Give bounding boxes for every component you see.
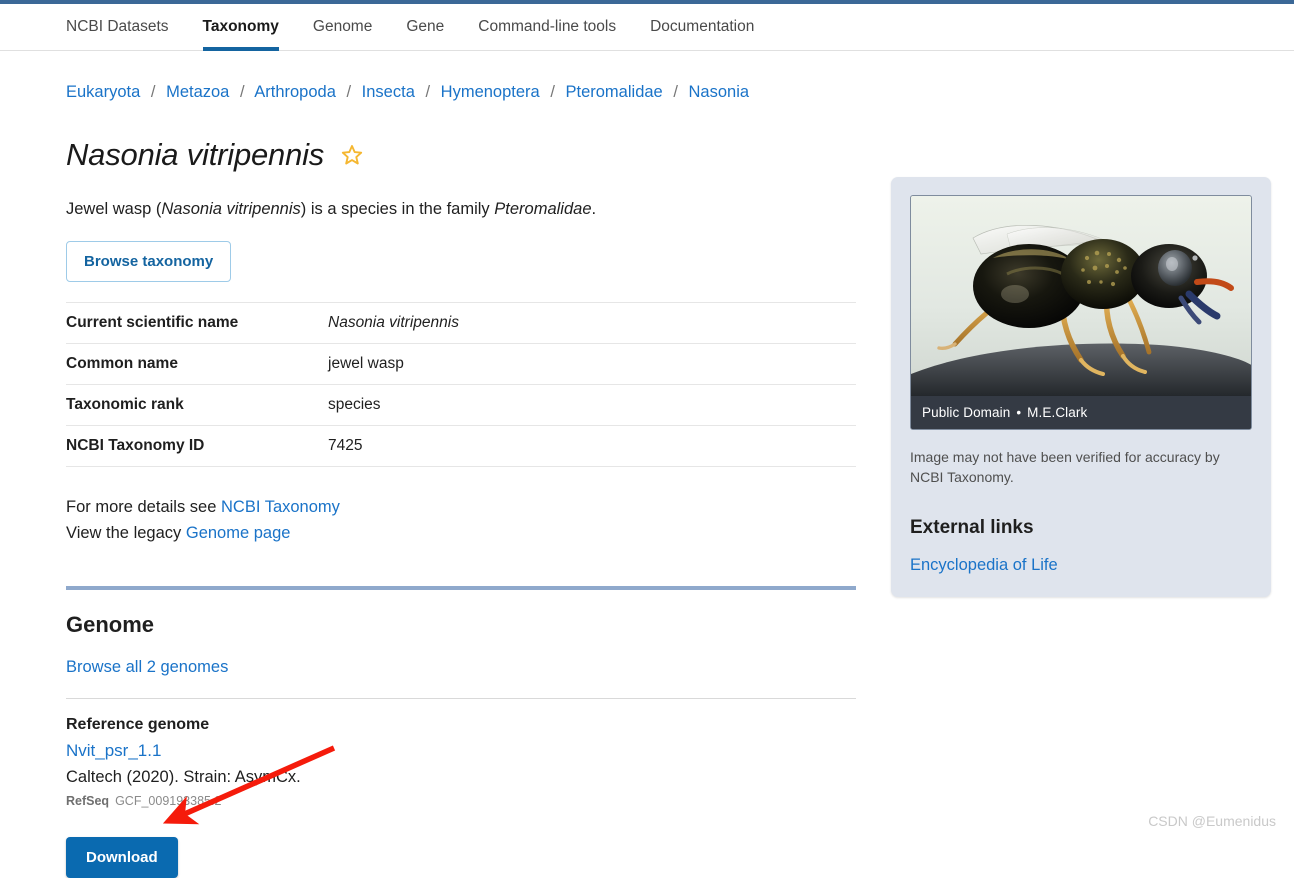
legacy-genome-line: View the legacy Genome page xyxy=(66,520,861,546)
species-photo xyxy=(911,196,1251,396)
breadcrumb-item-metazoa[interactable]: Metazoa xyxy=(166,83,229,101)
refseq-label: RefSeq xyxy=(66,793,110,808)
nav-item-gene[interactable]: Gene xyxy=(406,4,444,50)
breadcrumb: Eukaryota / Metazoa / Arthropoda / Insec… xyxy=(66,84,861,101)
refseq-accession-line: RefSeq GCF_009193385.2 xyxy=(66,794,861,808)
more-details-block: For more details see NCBI Taxonomy View … xyxy=(66,494,861,546)
primary-navigation: NCBI Datasets Taxonomy Genome Gene Comma… xyxy=(0,4,1294,51)
breadcrumb-separator: / xyxy=(425,83,431,101)
breadcrumb-separator: / xyxy=(346,83,352,101)
photo-author: M.E.Clark xyxy=(1027,405,1088,420)
species-info-panel: Public Domain • M.E.Clark Image may not ha… xyxy=(891,177,1271,597)
breadcrumb-separator: / xyxy=(239,83,245,101)
taxonomy-info-table: Current scientific name Nasonia vitripen… xyxy=(66,302,856,467)
row-value-current-scientific-name: Nasonia vitripennis xyxy=(328,313,459,331)
page-title-row: Nasonia vitripennis xyxy=(66,137,861,173)
table-row: Taxonomic rank species xyxy=(66,384,856,425)
lede-family-italic: Pteromalidae xyxy=(494,199,592,218)
reference-genome-divider xyxy=(66,697,856,699)
breadcrumb-item-eukaryota[interactable]: Eukaryota xyxy=(66,83,140,101)
genome-section-divider xyxy=(66,585,856,590)
nav-item-ncbi-datasets[interactable]: NCBI Datasets xyxy=(66,4,169,50)
nav-item-documentation[interactable]: Documentation xyxy=(650,4,754,50)
external-link-encyclopedia-of-life[interactable]: Encyclopedia of Life xyxy=(910,556,1058,575)
reference-genome-label: Reference genome xyxy=(66,715,210,733)
breadcrumb-separator: / xyxy=(673,83,678,101)
genome-section-title: Genome xyxy=(66,611,155,637)
row-value-common-name: jewel wasp xyxy=(328,354,404,372)
nav-item-label: Genome xyxy=(312,18,373,35)
nav-item-label: Taxonomy xyxy=(202,18,279,35)
legacy-prefix: View the legacy xyxy=(66,523,186,542)
download-button[interactable]: Download xyxy=(66,836,178,878)
table-row: Common name jewel wasp xyxy=(66,343,856,384)
breadcrumb-separator: / xyxy=(150,83,156,101)
more-details-prefix: For more details see xyxy=(66,497,221,516)
breadcrumb-item-arthropoda[interactable]: Arthropoda xyxy=(254,83,336,101)
assembly-name-link[interactable]: Nvit_psr_1.1 xyxy=(66,741,161,761)
main-content-column: Eukaryota / Metazoa / Arthropoda / Insec… xyxy=(66,51,861,878)
lede-part3: . xyxy=(591,199,597,218)
row-value-ncbi-taxonomy-id: 7425 xyxy=(328,436,363,454)
image-disclaimer: Image may not have been verified for acc… xyxy=(910,449,1220,485)
table-row: Current scientific name Nasonia vitripen… xyxy=(66,302,856,343)
row-label-common-name: Common name xyxy=(66,354,178,372)
nav-item-label: Command-line tools xyxy=(478,18,617,35)
breadcrumb-item-hymenoptera[interactable]: Hymenoptera xyxy=(441,83,540,101)
nav-item-taxonomy[interactable]: Taxonomy xyxy=(202,4,280,51)
row-label-current-scientific-name: Current scientific name xyxy=(66,313,239,331)
lede-species-italic: Nasonia vitripennis xyxy=(161,199,301,218)
caption-separator: • xyxy=(1016,405,1022,420)
external-links-title: External links xyxy=(910,517,1034,538)
browse-all-genomes-link[interactable]: Browse all 2 genomes xyxy=(66,658,228,677)
page-body: Eukaryota / Metazoa / Arthropoda / Insec… xyxy=(0,51,1294,878)
assembly-submitter-strain: Caltech (2020). Strain: AsymCx. xyxy=(66,767,301,786)
photo-license: Public Domain xyxy=(922,405,1011,420)
nav-item-genome[interactable]: Genome xyxy=(313,4,372,50)
wasp-photo-illustration xyxy=(911,196,1251,396)
nav-item-label: NCBI Datasets xyxy=(66,18,169,35)
breadcrumb-separator: / xyxy=(550,83,555,101)
refseq-accession: GCF_009193385.2 xyxy=(115,793,222,808)
breadcrumb-item-nasonia[interactable]: Nasonia xyxy=(689,83,750,101)
page-title: Nasonia vitripennis xyxy=(66,136,325,172)
nav-item-label: Documentation xyxy=(650,18,755,35)
breadcrumb-item-pteromalidae[interactable]: Pteromalidae xyxy=(566,83,663,101)
nav-item-command-line-tools[interactable]: Command-line tools xyxy=(478,4,616,50)
row-value-taxonomic-rank: species xyxy=(328,395,381,413)
sidebar-column: Public Domain • M.E.Clark Image may not ha… xyxy=(891,51,1271,878)
table-row: NCBI Taxonomy ID 7425 xyxy=(66,425,856,466)
browse-taxonomy-button[interactable]: Browse taxonomy xyxy=(66,240,232,282)
lede-part1: Jewel wasp ( xyxy=(66,199,162,218)
watermark: CSDN @Eumenidus xyxy=(1148,813,1276,829)
photo-caption: Public Domain • M.E.Clark xyxy=(911,396,1251,429)
star-outline-icon[interactable] xyxy=(340,143,364,167)
row-label-taxonomic-rank: Taxonomic rank xyxy=(66,395,184,413)
more-details-line: For more details see NCBI Taxonomy xyxy=(66,494,861,520)
nav-item-label: Gene xyxy=(406,18,445,35)
ncbi-taxonomy-link[interactable]: NCBI Taxonomy xyxy=(221,498,340,516)
breadcrumb-item-insecta[interactable]: Insecta xyxy=(362,83,415,101)
lede-part2: ) is a species in the family xyxy=(300,199,495,218)
row-label-ncbi-taxonomy-id: NCBI Taxonomy ID xyxy=(66,436,205,454)
species-photo-card: Public Domain • M.E.Clark xyxy=(910,195,1252,430)
species-description: Jewel wasp (Nasonia vitripennis) is a sp… xyxy=(66,200,861,219)
genome-page-link[interactable]: Genome page xyxy=(186,524,291,542)
